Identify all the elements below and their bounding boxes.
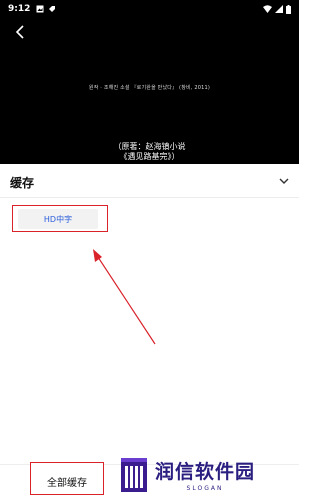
download-all-button[interactable]: 全部缓存: [30, 462, 104, 495]
signal-icon: [275, 5, 283, 13]
status-time: 9:12: [8, 4, 31, 14]
wifi-icon: [263, 5, 272, 13]
battery-icon: [286, 4, 291, 14]
watermark-logo-icon: [121, 458, 147, 492]
watermark: 润信软件园 SLOGAN: [119, 456, 295, 496]
video-subtitle-line-2: 《遇见路基完》）: [119, 152, 180, 161]
video-credit-text: 원작 · 조해진 소설 『로기완을 만났다』 (창비, 2011): [88, 85, 211, 91]
cache-panel-header: 缓存: [0, 164, 299, 198]
annotation-highlight-box: [12, 205, 108, 232]
panel-title: 缓存: [10, 176, 35, 190]
watermark-name: 润信软件园: [155, 460, 256, 483]
video-player[interactable]: 9:12 원작 · 조해진 소설 『로기완을 만났다』 (창비, 2011) （…: [0, 0, 299, 164]
status-bar: 9:12: [0, 0, 299, 18]
chevron-down-icon[interactable]: [277, 174, 291, 188]
watermark-slogan: SLOGAN: [186, 484, 224, 492]
download-all-label: 全部缓存: [47, 478, 87, 489]
gallery-notification-icon: [36, 5, 44, 13]
tag-notification-icon: [49, 6, 56, 12]
back-arrow-icon[interactable]: [12, 23, 30, 41]
